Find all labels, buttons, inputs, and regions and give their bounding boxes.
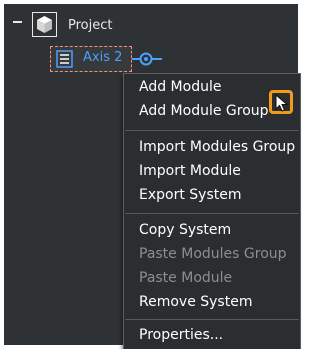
- tree-item-axis[interactable]: Axis 2: [50, 46, 164, 72]
- menu-item-remove-system[interactable]: Remove System: [139, 294, 252, 310]
- cube-icon: [32, 12, 57, 37]
- menu-item-export-system[interactable]: Export System: [139, 187, 241, 203]
- menu-item-properties[interactable]: Properties...: [139, 327, 223, 343]
- connector-icon: [132, 52, 162, 66]
- screenshot-canvas: Project Axis 2 Add Module Add Module Gro…: [0, 0, 302, 349]
- menu-item-paste-modules-group: Paste Modules Group: [139, 246, 287, 262]
- cursor-highlight: [269, 90, 293, 114]
- mouse-pointer-icon: [275, 94, 289, 112]
- menu-item-add-module[interactable]: Add Module: [139, 79, 221, 95]
- project-tree-panel: Project Axis 2 Add Module Add Module Gro…: [4, 4, 301, 349]
- menu-item-add-module-group[interactable]: Add Module Group: [139, 103, 269, 119]
- menu-separator: [125, 213, 299, 214]
- menu-separator: [125, 130, 299, 131]
- menu-separator: [125, 319, 299, 320]
- menu-item-paste-module: Paste Module: [139, 270, 233, 286]
- menu-item-import-modules-group[interactable]: Import Modules Group: [139, 139, 295, 155]
- tree-item-project[interactable]: Project: [68, 18, 112, 33]
- menu-item-import-module[interactable]: Import Module: [139, 163, 241, 179]
- menu-item-copy-system[interactable]: Copy System: [139, 222, 231, 238]
- axis-label: Axis 2: [83, 50, 123, 65]
- context-menu: Add Module Add Module Group Import Modul…: [123, 73, 301, 349]
- collapse-icon[interactable]: [13, 21, 22, 23]
- axis-module-icon: [56, 50, 73, 68]
